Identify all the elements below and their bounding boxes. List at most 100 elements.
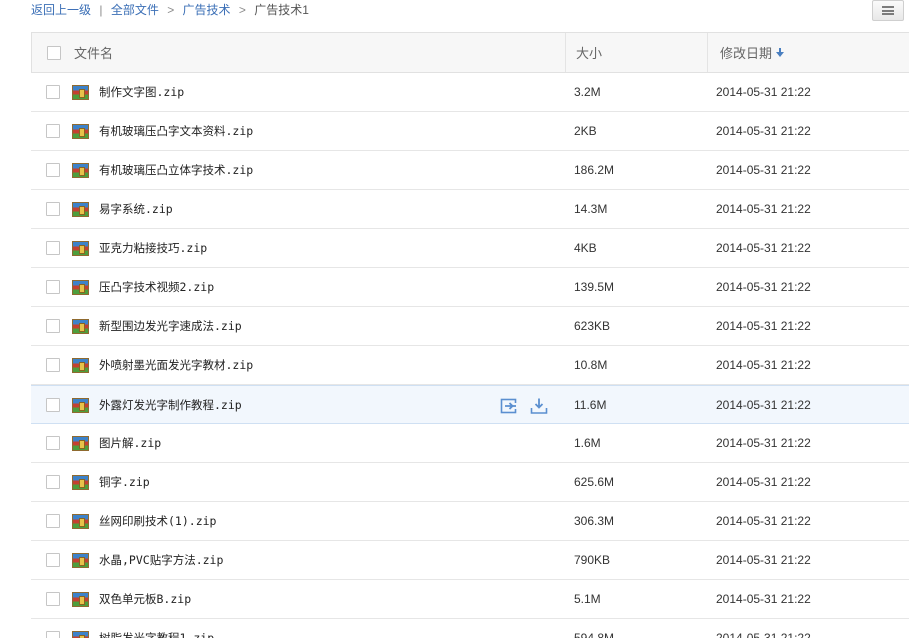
back-link[interactable]: 返回上一级 (31, 3, 91, 17)
breadcrumb-current: 广告技术1 (254, 3, 309, 17)
row-checkbox[interactable] (46, 592, 60, 606)
sort-down-icon (776, 48, 785, 57)
file-date: 2014-05-31 21:22 (716, 85, 811, 99)
row-checkbox[interactable] (46, 124, 60, 138)
row-checkbox[interactable] (46, 163, 60, 177)
file-date: 2014-05-31 21:22 (716, 280, 811, 294)
file-table: 文件名 大小 修改日期 制作文字图.zip 3.2M 2014-05-31 21:2… (31, 32, 909, 638)
file-size: 623KB (574, 319, 611, 333)
table-row[interactable]: 双色单元板B.zip 5.1M 2014-05-31 21:22 (31, 580, 909, 619)
table-row[interactable]: 新型围边发光字速成法.zip 623KB 2014-05-31 21:22 (31, 307, 909, 346)
row-checkbox[interactable] (46, 398, 60, 412)
row-checkbox[interactable] (46, 85, 60, 99)
file-date: 2014-05-31 21:22 (716, 475, 811, 489)
list-icon (882, 6, 894, 15)
zip-file-icon (72, 553, 89, 568)
table-row[interactable]: 亚克力粘接技巧.zip 4KB 2014-05-31 21:22 (31, 229, 909, 268)
file-name[interactable]: 制作文字图.zip (99, 84, 184, 100)
file-date: 2014-05-31 21:22 (716, 514, 811, 528)
row-checkbox[interactable] (46, 631, 60, 638)
file-date: 2014-05-31 21:22 (716, 124, 811, 138)
file-size: 2KB (574, 124, 597, 138)
file-name[interactable]: 丝网印刷技术(1).zip (99, 513, 216, 529)
row-checkbox[interactable] (46, 475, 60, 489)
breadcrumb-arrow: > (238, 3, 246, 17)
file-name[interactable]: 铜字.zip (99, 474, 150, 490)
file-date: 2014-05-31 21:22 (716, 631, 811, 638)
table-row[interactable]: 水晶,PVC贴字方法.zip 790KB 2014-05-31 21:22 (31, 541, 909, 580)
file-name[interactable]: 外露灯发光字制作教程.zip (99, 397, 242, 413)
breadcrumb-divider: | (99, 3, 103, 17)
file-size: 4KB (574, 241, 597, 255)
table-row[interactable]: 有机玻璃压凸立体字技术.zip 186.2M 2014-05-31 21:22 (31, 151, 909, 190)
breadcrumb-folder-link[interactable]: 广告技术 (183, 3, 231, 17)
file-date: 2014-05-31 21:22 (716, 319, 811, 333)
file-name[interactable]: 压凸字技术视频2.zip (99, 279, 214, 295)
file-name[interactable]: 新型围边发光字速成法.zip (99, 318, 242, 334)
zip-file-icon (72, 592, 89, 607)
table-row[interactable]: 丝网印刷技术(1).zip 306.3M 2014-05-31 21:22 (31, 502, 909, 541)
row-checkbox[interactable] (46, 436, 60, 450)
download-icon[interactable] (530, 397, 548, 415)
row-checkbox[interactable] (46, 280, 60, 294)
table-row[interactable]: 制作文字图.zip 3.2M 2014-05-31 21:22 (31, 73, 909, 112)
file-date: 2014-05-31 21:22 (716, 436, 811, 450)
zip-file-icon (72, 85, 89, 100)
row-checkbox[interactable] (46, 358, 60, 372)
zip-file-icon (72, 319, 89, 334)
all-files-link[interactable]: 全部文件 (111, 3, 159, 17)
file-size: 14.3M (574, 202, 608, 216)
file-date: 2014-05-31 21:22 (716, 358, 811, 372)
zip-file-icon (72, 514, 89, 529)
zip-file-icon (72, 475, 89, 490)
file-size: 625.6M (574, 475, 615, 489)
file-size: 11.6M (574, 397, 607, 412)
table-header: 文件名 大小 修改日期 (31, 32, 909, 73)
table-row[interactable]: 外露灯发光字制作教程.zip 11.6M 2014-05-31 21:22 (31, 385, 909, 424)
row-checkbox[interactable] (46, 319, 60, 333)
file-name[interactable]: 易字系统.zip (99, 201, 173, 217)
select-all-checkbox[interactable] (47, 46, 61, 60)
zip-file-icon (72, 436, 89, 451)
row-checkbox[interactable] (46, 553, 60, 567)
zip-file-icon (72, 163, 89, 178)
table-row[interactable]: 树脂发光字教程1.zip 594.8M 2014-05-31 21:22 (31, 619, 909, 638)
breadcrumb: 返回上一级 | 全部文件 > 广告技术 > 广告技术1 (31, 1, 309, 19)
row-checkbox[interactable] (46, 202, 60, 216)
table-row[interactable]: 图片解.zip 1.6M 2014-05-31 21:22 (31, 424, 909, 463)
file-name[interactable]: 双色单元板B.zip (99, 591, 191, 607)
column-header-modified[interactable]: 修改日期 (720, 43, 785, 62)
table-row[interactable]: 铜字.zip 625.6M 2014-05-31 21:22 (31, 463, 909, 502)
list-view-button[interactable] (872, 0, 904, 21)
column-header-modified-label: 修改日期 (720, 46, 773, 61)
file-name[interactable]: 亚克力粘接技巧.zip (99, 240, 207, 256)
file-size: 594.8M (574, 631, 615, 638)
file-size: 790KB (574, 553, 611, 567)
table-row[interactable]: 外喷射墨光面发光字教材.zip 10.8M 2014-05-31 21:22 (31, 346, 909, 385)
file-size: 5.1M (574, 592, 601, 606)
file-size: 1.6M (574, 436, 601, 450)
file-name[interactable]: 有机玻璃压凸立体字技术.zip (99, 162, 253, 178)
file-name[interactable]: 图片解.zip (99, 435, 161, 451)
column-divider (707, 33, 708, 72)
zip-file-icon (72, 280, 89, 295)
file-name[interactable]: 有机玻璃压凸字文本资料.zip (99, 123, 253, 139)
zip-file-icon (72, 398, 89, 413)
breadcrumb-arrow: > (167, 3, 175, 17)
row-checkbox[interactable] (46, 514, 60, 528)
column-header-size[interactable]: 大小 (576, 43, 602, 62)
zip-file-icon (72, 358, 89, 373)
file-size: 186.2M (574, 163, 615, 177)
file-name[interactable]: 树脂发光字教程1.zip (99, 630, 214, 638)
zip-file-icon (72, 202, 89, 217)
table-row[interactable]: 易字系统.zip 14.3M 2014-05-31 21:22 (31, 190, 909, 229)
share-icon[interactable] (500, 397, 518, 415)
table-row[interactable]: 压凸字技术视频2.zip 139.5M 2014-05-31 21:22 (31, 268, 909, 307)
row-checkbox[interactable] (46, 241, 60, 255)
file-name[interactable]: 水晶,PVC贴字方法.zip (99, 552, 223, 568)
file-name[interactable]: 外喷射墨光面发光字教材.zip (99, 357, 253, 373)
file-size: 3.2M (574, 85, 601, 99)
file-size: 10.8M (574, 358, 608, 372)
column-header-name[interactable]: 文件名 (74, 43, 113, 62)
table-row[interactable]: 有机玻璃压凸字文本资料.zip 2KB 2014-05-31 21:22 (31, 112, 909, 151)
